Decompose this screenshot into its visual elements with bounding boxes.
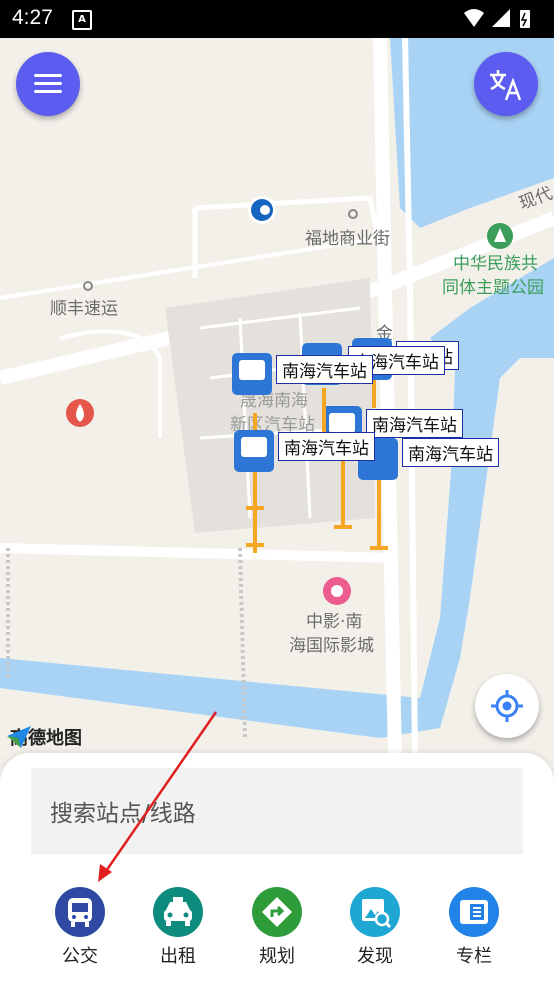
notification-icon: A: [72, 10, 92, 30]
nav-taxi-label: 出租: [160, 946, 196, 967]
poi-label-park-2: 同体主题公园: [442, 278, 544, 298]
bus-icon: [55, 887, 105, 937]
status-time: 4:27: [12, 6, 53, 29]
locate-button[interactable]: [475, 674, 539, 738]
signal-icon: [492, 9, 510, 27]
wifi-icon: [464, 9, 484, 27]
nav-plan-label: 规划: [259, 946, 295, 967]
route-plan-icon: [252, 887, 302, 937]
poi-label-cinema-2: 海国际影城: [289, 636, 374, 656]
nav-column[interactable]: 专栏: [434, 887, 514, 968]
nav-discover[interactable]: 发现: [335, 887, 415, 968]
system-icons: [464, 9, 530, 28]
nav-bus-label: 公交: [62, 946, 98, 967]
amap-logo: 高德地图: [6, 724, 82, 750]
menu-button[interactable]: [16, 52, 80, 116]
poi-label-park-1: 中华民族共: [453, 254, 538, 274]
search-input[interactable]: 搜索站点/线路: [31, 768, 523, 854]
road-label-jin: 金: [376, 324, 393, 344]
amap-logo-icon: [7, 726, 31, 748]
station-label[interactable]: 南海汽车站: [276, 355, 373, 384]
map-view[interactable]: 福地商业街 顺丰速运 中华民族共 同体主题公园 现代 金 晟海南海 新区汽车站 …: [0, 38, 554, 758]
taxi-icon: [153, 887, 203, 937]
station-label[interactable]: 南海汽车站: [402, 438, 499, 467]
nav-taxi[interactable]: 出租: [138, 887, 218, 968]
area-label-1: 晟海南海: [240, 391, 308, 411]
menu-icon: [34, 74, 62, 93]
column-newspaper-icon: [449, 887, 499, 937]
poi-label-fudi: 福地商业街: [305, 229, 390, 249]
search-placeholder: 搜索站点/线路: [50, 801, 196, 827]
poi-label-cinema-1: 中影·南: [306, 612, 363, 632]
nav-discover-label: 发现: [357, 946, 393, 967]
battery-icon: [520, 10, 530, 28]
nav-bus[interactable]: 公交: [40, 887, 120, 968]
status-bar: 4:27 A: [0, 0, 554, 38]
station-label[interactable]: 南海汽车站: [278, 432, 375, 461]
translate-icon: [490, 70, 522, 101]
locate-icon: [491, 690, 523, 722]
station-label[interactable]: 南海汽车站: [366, 409, 463, 438]
translate-button[interactable]: [474, 52, 538, 116]
nav-plan[interactable]: 规划: [237, 887, 317, 968]
discover-image-search-icon: [350, 887, 400, 937]
poi-label-shunfeng: 顺丰速运: [50, 299, 118, 319]
nav-column-label: 专栏: [456, 946, 492, 967]
